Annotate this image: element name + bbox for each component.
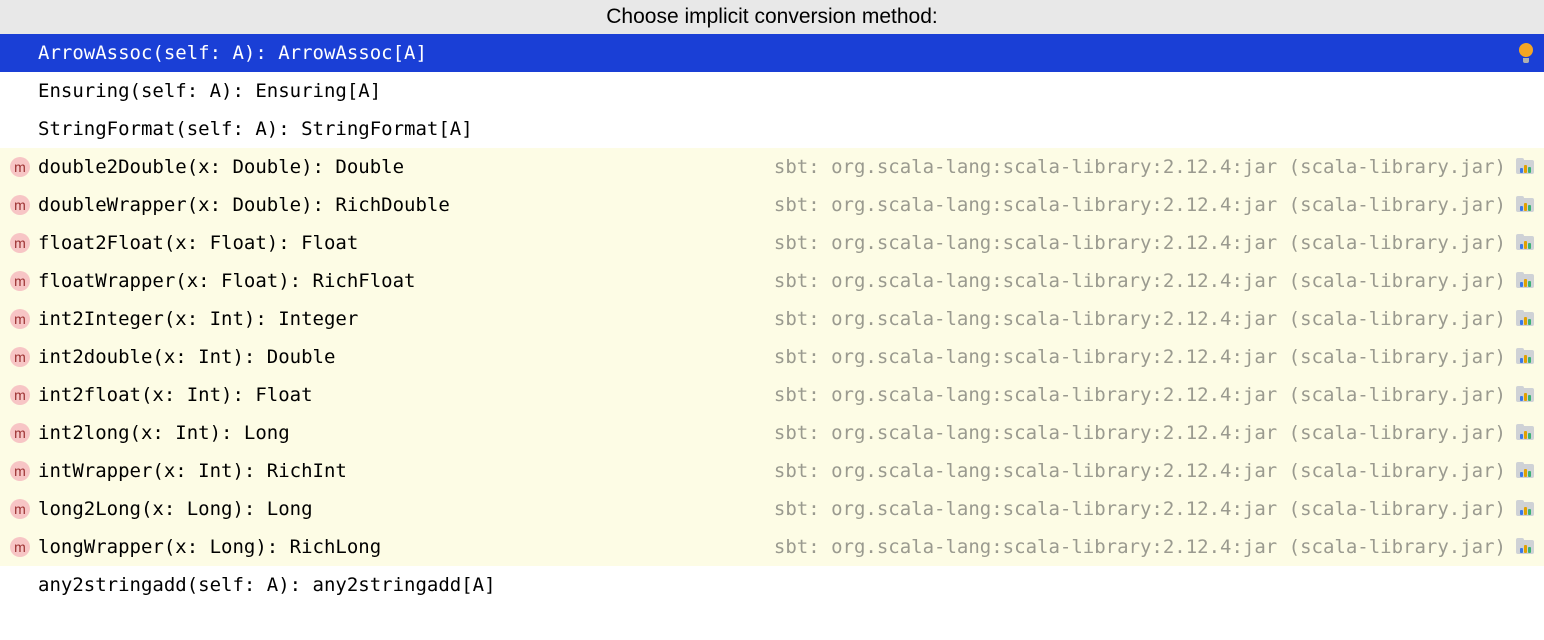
method-icon: m <box>10 157 30 177</box>
suggestion-signature: intWrapper(x: Int): RichInt <box>38 460 347 482</box>
row-icon-slot: m <box>10 499 38 519</box>
row-icon-slot: m <box>10 233 38 253</box>
suggestion-signature: int2double(x: Int): Double <box>38 346 335 368</box>
suggestion-row[interactable]: m float2Float(x: Float): Float sbt: org.sc… <box>0 224 1544 262</box>
method-icon: m <box>10 385 30 405</box>
suggestion-signature: int2long(x: Int): Long <box>38 422 290 444</box>
method-icon: m <box>10 233 30 253</box>
suggestion-row[interactable]: m doubleWrapper(x: Double): RichDouble sbt… <box>0 186 1544 224</box>
suggestion-signature: int2float(x: Int): Float <box>38 384 313 406</box>
library-icon <box>1516 349 1534 365</box>
suggestion-source: sbt: org.scala-lang:scala-library:2.12.4… <box>774 346 1506 368</box>
row-icon-slot: m <box>10 157 38 177</box>
suggestion-source: sbt: org.scala-lang:scala-library:2.12.4… <box>774 384 1506 406</box>
suggestion-signature: double2Double(x: Double): Double <box>38 156 404 178</box>
suggestion-row[interactable]: m long2Long(x: Long): Long sbt: org.scala-… <box>0 490 1544 528</box>
suggestion-row[interactable]: m int2float(x: Int): Float sbt: org.scala-… <box>0 376 1544 414</box>
method-icon: m <box>10 309 30 329</box>
suggestion-source: sbt: org.scala-lang:scala-library:2.12.4… <box>774 422 1506 444</box>
library-icon <box>1516 425 1534 441</box>
popup-title: Choose implicit conversion method: <box>606 5 938 28</box>
method-icon: m <box>10 195 30 215</box>
method-icon: m <box>10 347 30 367</box>
suggestion-row[interactable]: m intWrapper(x: Int): RichInt sbt: org.sca… <box>0 452 1544 490</box>
suggestion-signature: int2Integer(x: Int): Integer <box>38 308 358 330</box>
suggestion-source: sbt: org.scala-lang:scala-library:2.12.4… <box>774 270 1506 292</box>
row-icon-slot: m <box>10 461 38 481</box>
suggestion-signature: long2Long(x: Long): Long <box>38 498 313 520</box>
suggestion-source: sbt: org.scala-lang:scala-library:2.12.4… <box>774 194 1506 216</box>
suggestion-row[interactable]: m double2Double(x: Double): Double sbt: or… <box>0 148 1544 186</box>
library-icon <box>1516 197 1534 213</box>
suggestion-source: sbt: org.scala-lang:scala-library:2.12.4… <box>774 308 1506 330</box>
library-icon <box>1516 311 1534 327</box>
row-icon-slot: m <box>10 347 38 367</box>
method-icon: m <box>10 271 30 291</box>
library-icon <box>1516 159 1534 175</box>
suggestion-signature: Ensuring(self: A): Ensuring[A] <box>38 80 381 102</box>
suggestion-row[interactable]: m int2Integer(x: Int): Integer sbt: org.sc… <box>0 300 1544 338</box>
row-icon-slot: m <box>10 385 38 405</box>
suggestion-source: sbt: org.scala-lang:scala-library:2.12.4… <box>774 460 1506 482</box>
suggestion-row[interactable]: Ensuring(self: A): Ensuring[A] <box>0 72 1544 110</box>
intention-bulb-slot <box>1504 43 1534 63</box>
suggestion-list: ArrowAssoc(self: A): ArrowAssoc[A] Ensuri… <box>0 34 1544 604</box>
method-icon: m <box>10 537 30 557</box>
suggestion-signature: floatWrapper(x: Float): RichFloat <box>38 270 416 292</box>
library-icon <box>1516 387 1534 403</box>
row-icon-slot: m <box>10 195 38 215</box>
suggestion-row[interactable]: ArrowAssoc(self: A): ArrowAssoc[A] <box>0 34 1544 72</box>
suggestion-row[interactable]: m int2double(x: Int): Double sbt: org.scal… <box>0 338 1544 376</box>
suggestion-signature: StringFormat(self: A): StringFormat[A] <box>38 118 473 140</box>
method-icon: m <box>10 499 30 519</box>
row-icon-slot: m <box>10 271 38 291</box>
suggestion-source: sbt: org.scala-lang:scala-library:2.12.4… <box>774 536 1506 558</box>
row-icon-slot: m <box>10 309 38 329</box>
suggestion-source: sbt: org.scala-lang:scala-library:2.12.4… <box>774 156 1506 178</box>
suggestion-source: sbt: org.scala-lang:scala-library:2.12.4… <box>774 232 1506 254</box>
library-icon <box>1516 273 1534 289</box>
row-icon-slot: m <box>10 537 38 557</box>
suggestion-row[interactable]: m longWrapper(x: Long): RichLong sbt: org.… <box>0 528 1544 566</box>
suggestion-signature: longWrapper(x: Long): RichLong <box>38 536 381 558</box>
suggestion-row[interactable]: StringFormat(self: A): StringFormat[A] <box>0 110 1544 148</box>
library-icon <box>1516 235 1534 251</box>
suggestion-signature: doubleWrapper(x: Double): RichDouble <box>38 194 450 216</box>
method-icon: m <box>10 461 30 481</box>
library-icon <box>1516 539 1534 555</box>
lightbulb-icon[interactable] <box>1518 43 1534 63</box>
suggestion-row[interactable]: any2stringadd(self: A): any2stringadd[A] <box>0 566 1544 604</box>
suggestion-signature: ArrowAssoc(self: A): ArrowAssoc[A] <box>38 42 427 64</box>
row-icon-slot: m <box>10 423 38 443</box>
method-icon: m <box>10 423 30 443</box>
suggestion-signature: any2stringadd(self: A): any2stringadd[A] <box>38 574 496 596</box>
suggestion-row[interactable]: m floatWrapper(x: Float): RichFloat sbt: o… <box>0 262 1544 300</box>
suggestion-row[interactable]: m int2long(x: Int): Long sbt: org.scala-la… <box>0 414 1544 452</box>
library-icon <box>1516 463 1534 479</box>
suggestion-signature: float2Float(x: Float): Float <box>38 232 358 254</box>
suggestion-source: sbt: org.scala-lang:scala-library:2.12.4… <box>774 498 1506 520</box>
library-icon <box>1516 501 1534 517</box>
popup-header: Choose implicit conversion method: <box>0 0 1544 34</box>
